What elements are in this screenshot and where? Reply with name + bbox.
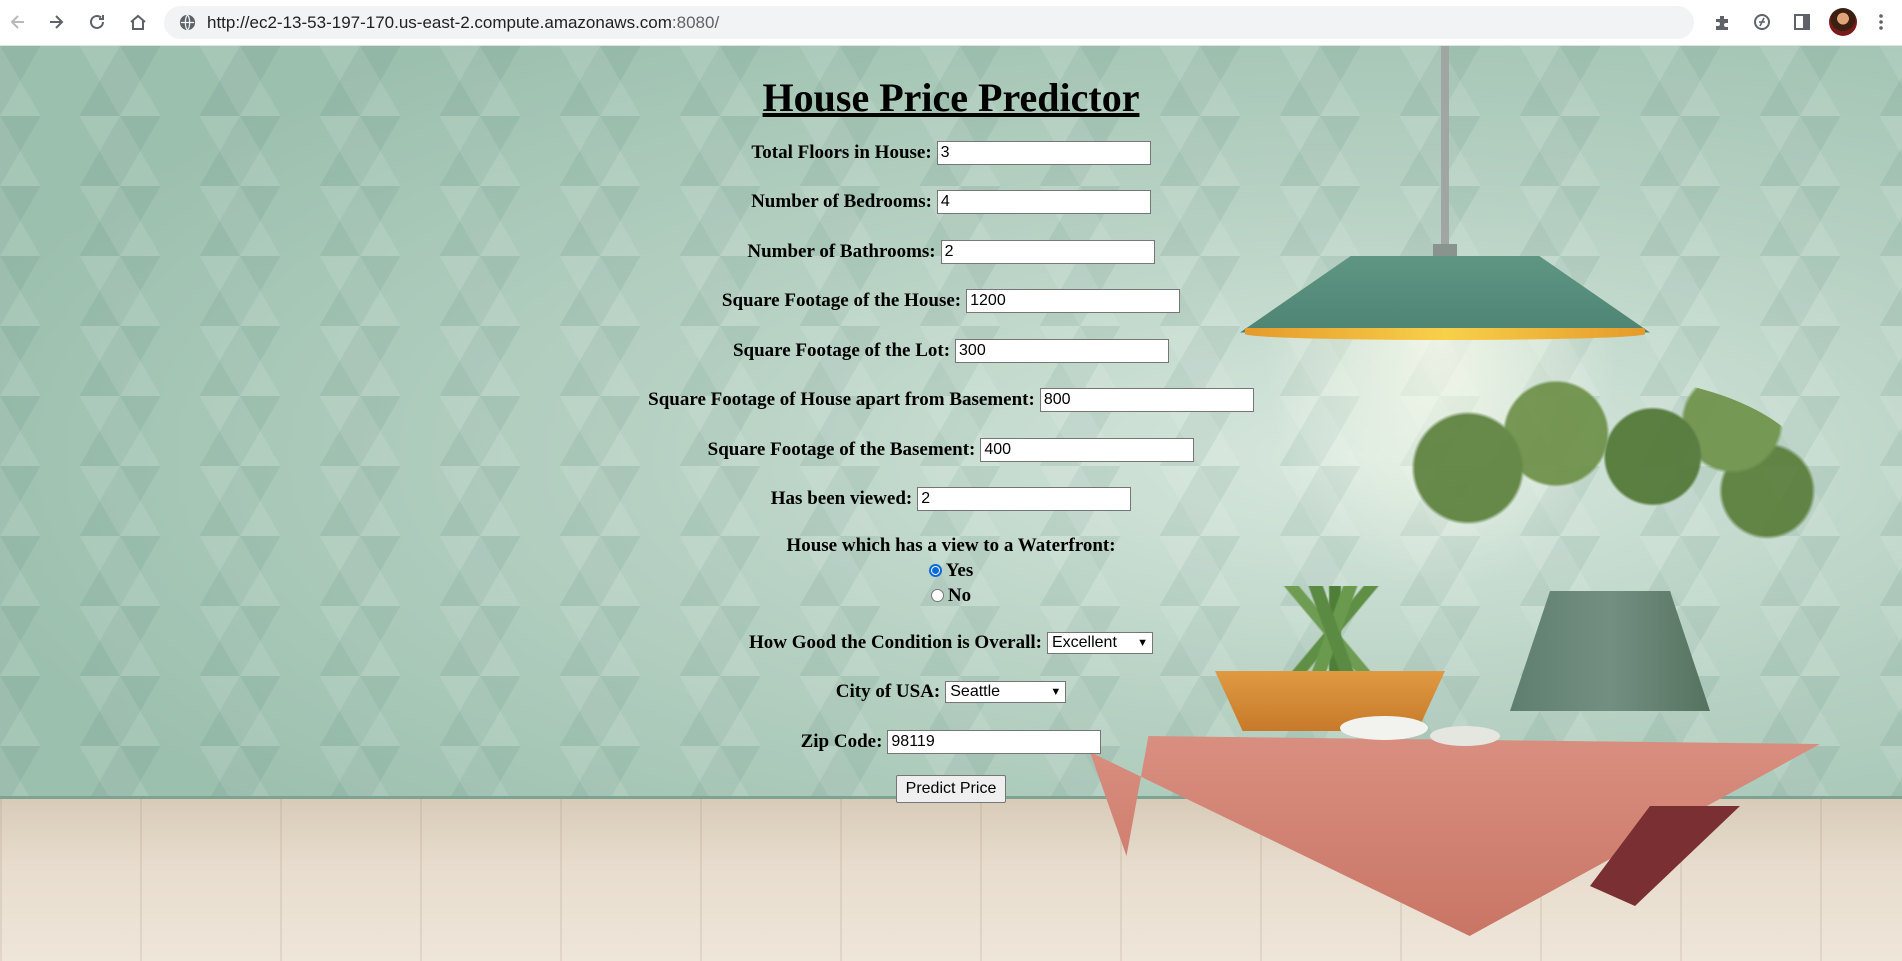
url-host: http://ec2-13-53-197-170.us-east-2.compu…	[207, 13, 672, 32]
side-panel-button[interactable]	[1790, 10, 1814, 34]
sqft-basement-input[interactable]	[980, 437, 1195, 462]
floors-input[interactable]	[936, 140, 1151, 165]
site-info-icon[interactable]	[178, 13, 197, 32]
side-panel-icon	[1794, 14, 1810, 30]
field-row-bathrooms: Number of Bathrooms:	[0, 227, 1902, 277]
zip-input[interactable]	[887, 729, 1102, 754]
extensions-button[interactable]	[1710, 10, 1734, 34]
sqft-lot-input[interactable]	[955, 338, 1170, 363]
city-select[interactable]: Seattle ▼	[945, 681, 1067, 704]
page-title: House Price Predictor	[762, 75, 1140, 120]
field-row-sqft-house: Square Footage of the House:	[0, 277, 1902, 327]
waterfront-no-option[interactable]: No	[0, 583, 1902, 608]
extensions-icon	[1716, 16, 1728, 30]
condition-selected: Excellent	[1051, 633, 1117, 651]
city-selected: Seattle	[950, 683, 1001, 701]
home-icon	[130, 14, 146, 30]
field-label: Has been viewed:	[770, 488, 913, 510]
bedrooms-input[interactable]	[936, 190, 1151, 215]
submit-row: Predict Price	[0, 769, 1902, 809]
field-label: Square Footage of the Lot:	[732, 339, 951, 361]
waterfront-group: House which has a view to a Waterfront: …	[0, 534, 1902, 618]
field-label: Square Footage of House apart from Basem…	[648, 389, 1035, 411]
condition-select[interactable]: Excellent ▼	[1046, 631, 1153, 654]
more-menu-icon	[1879, 14, 1883, 30]
sqft-above-input[interactable]	[1039, 388, 1254, 413]
url-port: :8080/	[671, 13, 720, 32]
forward-icon	[50, 15, 64, 29]
field-row-sqft-above: Square Footage of House apart from Basem…	[0, 376, 1902, 426]
field-row-sqft-basement: Square Footage of the Basement:	[0, 425, 1902, 475]
predictor-form: House Price Predictor Total Floors in Ho…	[0, 46, 1902, 809]
back-button[interactable]	[4, 8, 32, 36]
radio-yes[interactable]	[928, 564, 942, 577]
waterfront-question: House which has a view to a Waterfront:	[786, 535, 1116, 556]
performance-button[interactable]	[1750, 10, 1774, 34]
field-row-zip: Zip Code:	[0, 717, 1902, 767]
field-label: Square Footage of the Basement:	[707, 438, 976, 460]
predict-price-button[interactable]: Predict Price	[895, 774, 1007, 803]
reload-icon	[90, 14, 104, 29]
sqft-house-input[interactable]	[966, 289, 1181, 314]
viewed-input[interactable]	[917, 487, 1132, 512]
field-label: Total Floors in House:	[751, 141, 932, 163]
field-label: Zip Code:	[800, 730, 883, 752]
radio-yes-label: Yes	[945, 560, 974, 581]
field-row-sqft-lot: Square Footage of the Lot:	[0, 326, 1902, 376]
field-row-bedrooms: Number of Bedrooms:	[0, 178, 1902, 228]
avatar[interactable]	[1829, 8, 1857, 36]
more-menu-button[interactable]	[1869, 10, 1893, 34]
field-row-condition: How Good the Condition is Overall: Excel…	[0, 618, 1902, 668]
field-label: Number of Bedrooms:	[751, 191, 932, 213]
chevron-down-icon: ▼	[1137, 636, 1148, 649]
forward-button[interactable]	[42, 8, 70, 36]
waterfront-yes-option[interactable]: Yes	[0, 558, 1902, 583]
home-button[interactable]	[124, 8, 152, 36]
bathrooms-input[interactable]	[940, 239, 1155, 264]
field-label: City of USA:	[835, 681, 941, 703]
back-icon	[10, 15, 24, 29]
address-bar[interactable]: http://ec2-13-53-197-170.us-east-2.compu…	[164, 6, 1694, 39]
reload-button[interactable]	[83, 8, 111, 36]
field-label: How Good the Condition is Overall:	[749, 631, 1042, 653]
field-label: Square Footage of the House:	[721, 290, 962, 312]
radio-no-label: No	[947, 585, 972, 606]
field-label: Number of Bathrooms:	[747, 240, 936, 262]
field-row-city: City of USA: Seattle ▼	[0, 668, 1902, 718]
chevron-down-icon: ▼	[1050, 686, 1062, 699]
performance-icon	[1754, 14, 1770, 30]
field-row-viewed: Has been viewed:	[0, 475, 1902, 525]
url-text: http://ec2-13-53-197-170.us-east-2.compu…	[207, 6, 719, 39]
radio-no[interactable]	[930, 589, 944, 602]
field-row-floors: Total Floors in House:	[0, 128, 1902, 178]
page-background: House Price Predictor Total Floors in Ho…	[0, 46, 1902, 961]
browser-toolbar: http://ec2-13-53-197-170.us-east-2.compu…	[0, 0, 1902, 46]
